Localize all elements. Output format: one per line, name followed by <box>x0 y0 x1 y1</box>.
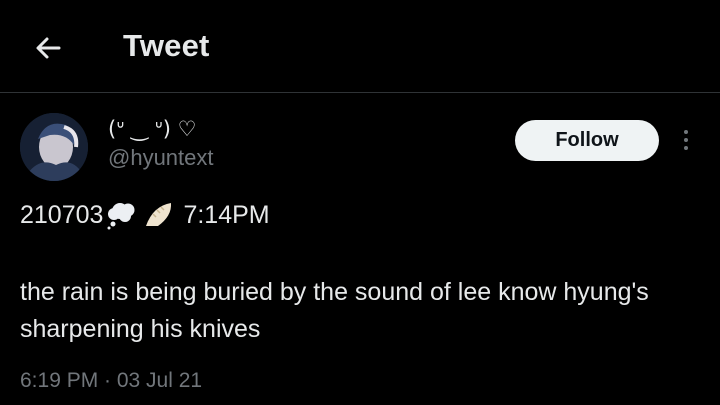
thought-bubble-icon <box>105 200 139 230</box>
author-display-name[interactable]: (ᐡ ‿ ᐡ) ♡ <box>108 117 196 141</box>
tweet-date-line: 210703 7:14PM <box>20 198 270 232</box>
more-vertical-icon <box>684 130 688 134</box>
tweet-timestamp[interactable]: 6:19 PM · 03 Jul 21 <box>20 369 202 393</box>
more-vertical-icon-dot <box>684 138 688 142</box>
avatar-image <box>20 113 88 181</box>
page-title: Tweet <box>123 28 210 63</box>
author-handle[interactable]: @hyuntext <box>108 145 214 171</box>
arrow-left-icon <box>36 37 61 59</box>
more-vertical-icon-dot <box>684 146 688 150</box>
tweet-body: the rain is being buried by the sound of… <box>20 278 649 343</box>
back-button[interactable] <box>30 30 66 66</box>
dumpling-icon <box>143 200 175 230</box>
tweet-time: 7:14PM <box>183 200 270 229</box>
follow-button[interactable]: Follow <box>515 120 659 161</box>
top-bar: Tweet <box>0 0 720 93</box>
more-options-button[interactable] <box>676 124 696 156</box>
tweet-date-code: 210703 <box>20 200 104 229</box>
avatar[interactable] <box>20 113 88 181</box>
